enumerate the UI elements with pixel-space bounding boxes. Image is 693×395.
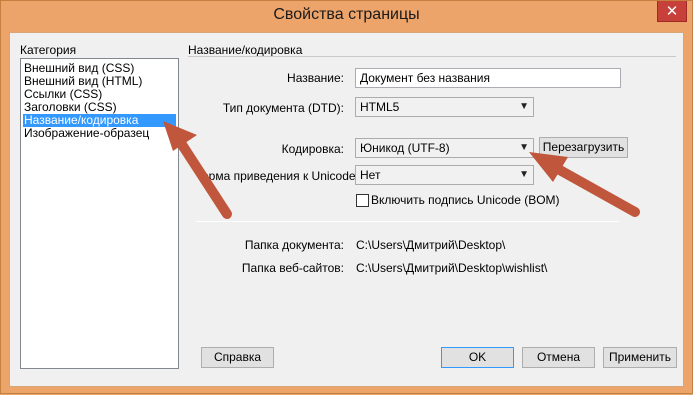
annotation-arrow-right [544,159,640,217]
annotation-arrow-left [174,135,232,219]
dialog-window: Свойства страницы ✕ Категория Внешний ви… [0,0,693,394]
annotation-arrows [163,121,640,219]
